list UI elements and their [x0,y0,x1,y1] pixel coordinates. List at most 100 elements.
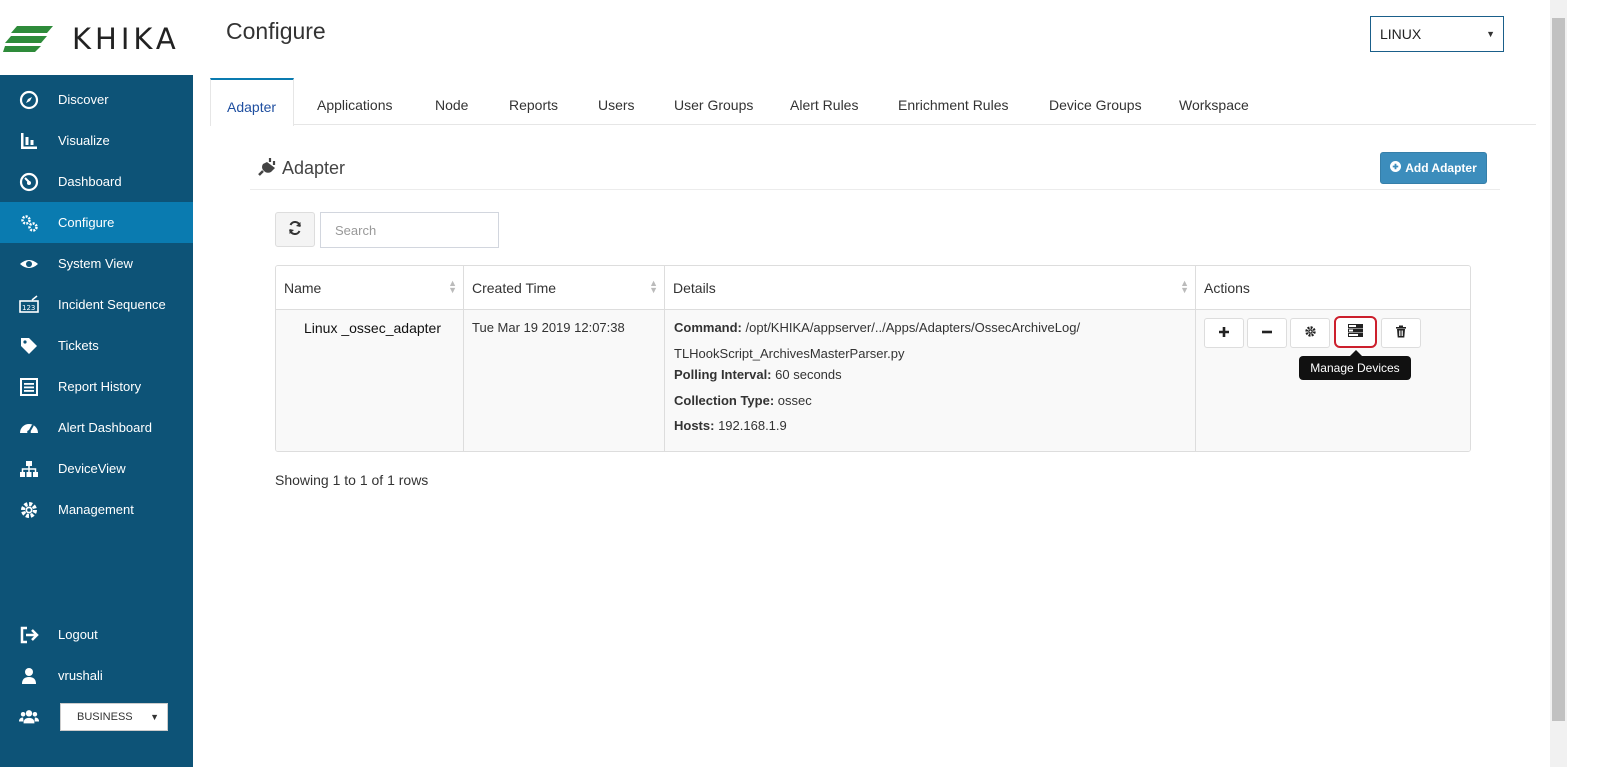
minus-icon [1261,325,1273,341]
divider [250,189,1500,190]
sidebar-item-label: Tickets [58,338,99,353]
logout-button[interactable]: Logout [0,614,193,655]
sidebar-item-label: Alert Dashboard [58,420,152,435]
logo-text: KHIKA [72,22,180,56]
add-adapter-button[interactable]: Add Adapter [1380,152,1487,184]
tab-enrichment-rules[interactable]: Enrichment Rules [898,78,1009,125]
scrollbar-thumb[interactable] [1552,18,1565,721]
column-header-label: Name [284,280,322,296]
sort-icon: ▲ ▼ [1180,278,1189,295]
tab-reports[interactable]: Reports [509,78,558,125]
os-select-value: LINUX [1380,26,1422,42]
caret-down-icon: ▼ [1486,29,1495,39]
adapter-table: Name ▲ ▼ Created Time ▲ ▼ Details ▲ ▼ Actio… [275,265,1471,452]
refresh-button[interactable] [275,212,315,247]
detail-value: /opt/KHIKA/appserver/../Apps/Adapters/Os… [745,320,1081,335]
sidebar-item-label: Report History [58,379,142,394]
panel-title-text: Adapter [282,158,346,178]
tab-device-groups[interactable]: Device Groups [1049,78,1142,125]
sidebar: Discover Visualize Dashboard Configure S… [0,75,193,767]
eye-icon [0,254,58,274]
list-alt-icon [0,377,58,397]
delete-adapter-button[interactable] [1381,318,1421,348]
manage-devices-button[interactable] [1334,316,1377,348]
sidebar-item-label: Incident Sequence [58,297,166,312]
trash-icon [1395,325,1407,341]
sidebar-item-visualize[interactable]: Visualize [0,120,193,161]
manage-devices-tooltip: Manage Devices [1299,356,1411,380]
search-input[interactable] [320,212,499,248]
sidebar-item-configure[interactable]: Configure [0,202,193,243]
page-title: Configure [226,18,326,44]
khika-logo-icon [3,26,53,52]
detail-value: 60 seconds [775,367,842,382]
tab-applications[interactable]: Applications [317,78,393,125]
sidebar-item-label: DeviceView [58,461,126,476]
os-select[interactable]: LINUX ▼ [1370,16,1504,52]
sidebar-item-label: Dashboard [58,174,122,189]
sign-out-icon [0,625,58,645]
add-adapter-label: Add Adapter [1405,161,1477,175]
detail-command: Command: /opt/KHIKA/appserver/../Apps/Ad… [674,320,1080,335]
tab-workspace[interactable]: Workspace [1179,78,1249,125]
tab-users[interactable]: Users [598,78,635,125]
sidebar-item-label: Management [58,502,134,517]
plus-circle-icon [1390,161,1402,175]
column-header-name[interactable]: Name ▲ ▼ [276,266,464,310]
column-header-actions: Actions [1196,266,1470,310]
gear-icon [0,500,58,520]
sitemap-icon [0,459,58,479]
business-select[interactable]: BUSINESS ▼ [60,703,168,731]
column-header-created-time[interactable]: Created Time ▲ ▼ [464,266,665,310]
bar-chart-icon [0,131,58,151]
sidebar-item-tickets[interactable]: Tickets [0,325,193,366]
tab-node[interactable]: Node [435,78,468,125]
sidebar-item-deviceview[interactable]: DeviceView [0,448,193,489]
sidebar-item-report-history[interactable]: Report History [0,366,193,407]
cogs-icon [0,213,58,233]
user-icon [0,666,58,686]
column-header-details[interactable]: Details ▲ ▼ [665,266,1196,310]
sidebar-item-management[interactable]: Management [0,489,193,530]
username-label: vrushali [58,668,103,683]
plus-icon [1218,325,1230,341]
column-header-label: Details [673,280,716,296]
tab-alert-rules[interactable]: Alert Rules [790,78,858,125]
logo-area: KHIKA [0,0,193,75]
detail-label: Collection Type: [674,393,775,408]
refresh-icon [288,220,302,238]
gear-icon [1304,325,1317,341]
detail-collection: Collection Type: ossec [674,393,812,408]
users-group-item [0,696,58,737]
detail-label: Hosts: [674,418,715,433]
user-profile[interactable]: vrushali [0,655,193,696]
created-time: Tue Mar 19 2019 12:07:38 [472,320,625,335]
sidebar-item-system-view[interactable]: System View [0,243,193,284]
tab-adapter[interactable]: Adapter [210,78,294,126]
add-node-button[interactable] [1204,318,1244,348]
detail-label: Command: [674,320,742,335]
sort-icon: ▲ ▼ [448,278,457,295]
sidebar-item-label: System View [58,256,133,271]
sidebar-item-alert-dashboard[interactable]: Alert Dashboard [0,407,193,448]
detail-label: Polling Interval: [674,367,772,382]
tab-user-groups[interactable]: User Groups [674,78,753,125]
gauge-icon [0,418,58,438]
table-row-name-cell: Linux _ossec_adapter [276,310,464,451]
sidebar-item-label: Visualize [58,133,110,148]
column-header-label: Actions [1204,280,1250,296]
remove-node-button[interactable] [1247,318,1287,348]
sidebar-item-dashboard[interactable]: Dashboard [0,161,193,202]
detail-polling: Polling Interval: 60 seconds [674,367,842,382]
sidebar-item-incident-sequence[interactable]: 123 Incident Sequence [0,284,193,325]
svg-text:123: 123 [22,304,35,312]
plug-icon [258,156,278,181]
tab-bar: Adapter Applications Node Reports Users … [210,78,1536,126]
adapter-name: Linux _ossec_adapter [304,320,441,336]
sequence-icon: 123 [0,294,58,315]
sidebar-item-discover[interactable]: Discover [0,79,193,120]
detail-value: ossec [777,393,812,408]
logout-label: Logout [58,627,98,642]
panel-title: Adapter [258,156,345,181]
adapter-settings-button[interactable] [1290,318,1330,348]
